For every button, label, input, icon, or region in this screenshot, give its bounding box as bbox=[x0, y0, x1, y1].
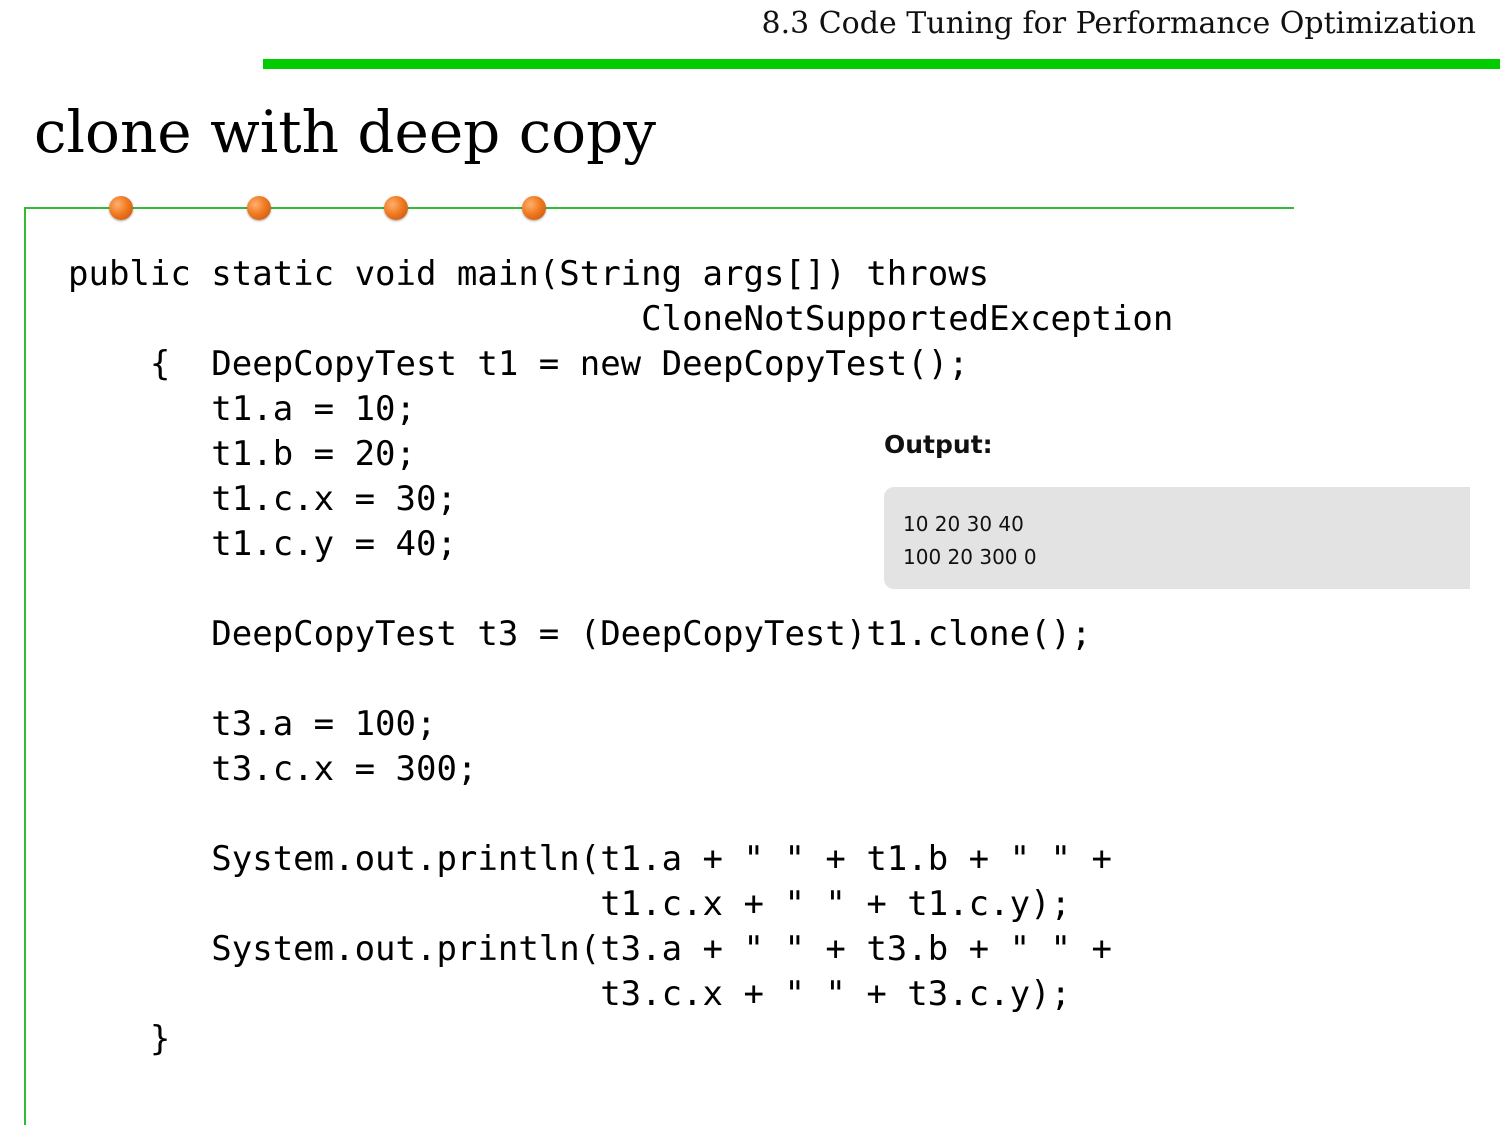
output-console: 10 20 30 40 100 20 300 0 bbox=[884, 487, 1470, 589]
code-line: { DeepCopyTest t1 = new DeepCopyTest(); bbox=[68, 344, 969, 384]
decorative-dot-4 bbox=[522, 196, 546, 220]
code-line: t1.c.x + " " + t1.c.y); bbox=[68, 884, 1072, 924]
output-label: Output: bbox=[884, 430, 993, 459]
decorative-dot-2 bbox=[247, 196, 271, 220]
frame-top-line bbox=[24, 207, 1294, 209]
code-line: t1.b = 20; bbox=[68, 434, 416, 474]
frame-left-line bbox=[24, 207, 26, 1125]
decorative-dot-3 bbox=[384, 196, 408, 220]
code-line: System.out.println(t1.a + " " + t1.b + "… bbox=[68, 839, 1112, 879]
code-line: CloneNotSupportedException bbox=[68, 299, 1174, 339]
code-line: System.out.println(t3.a + " " + t3.b + "… bbox=[68, 929, 1112, 969]
decorative-dot-1 bbox=[109, 196, 133, 220]
slide-title: clone with deep copy bbox=[34, 98, 656, 166]
code-line: t3.c.x + " " + t3.c.y); bbox=[68, 974, 1072, 1014]
header-accent-bar bbox=[263, 59, 1500, 69]
code-line: } bbox=[68, 1019, 171, 1059]
code-line: t3.a = 100; bbox=[68, 704, 437, 744]
code-block: public static void main(String args[]) t… bbox=[68, 252, 1173, 1062]
code-line: public static void main(String args[]) t… bbox=[68, 254, 990, 294]
section-title: 8.3 Code Tuning for Performance Optimiza… bbox=[761, 6, 1476, 41]
code-line: DeepCopyTest t3 = (DeepCopyTest)t1.clone… bbox=[68, 614, 1092, 654]
output-line: 100 20 300 0 bbox=[903, 545, 1037, 569]
output-line: 10 20 30 40 bbox=[903, 512, 1024, 536]
code-line: t1.a = 10; bbox=[68, 389, 416, 429]
code-line: t3.c.x = 300; bbox=[68, 749, 478, 789]
